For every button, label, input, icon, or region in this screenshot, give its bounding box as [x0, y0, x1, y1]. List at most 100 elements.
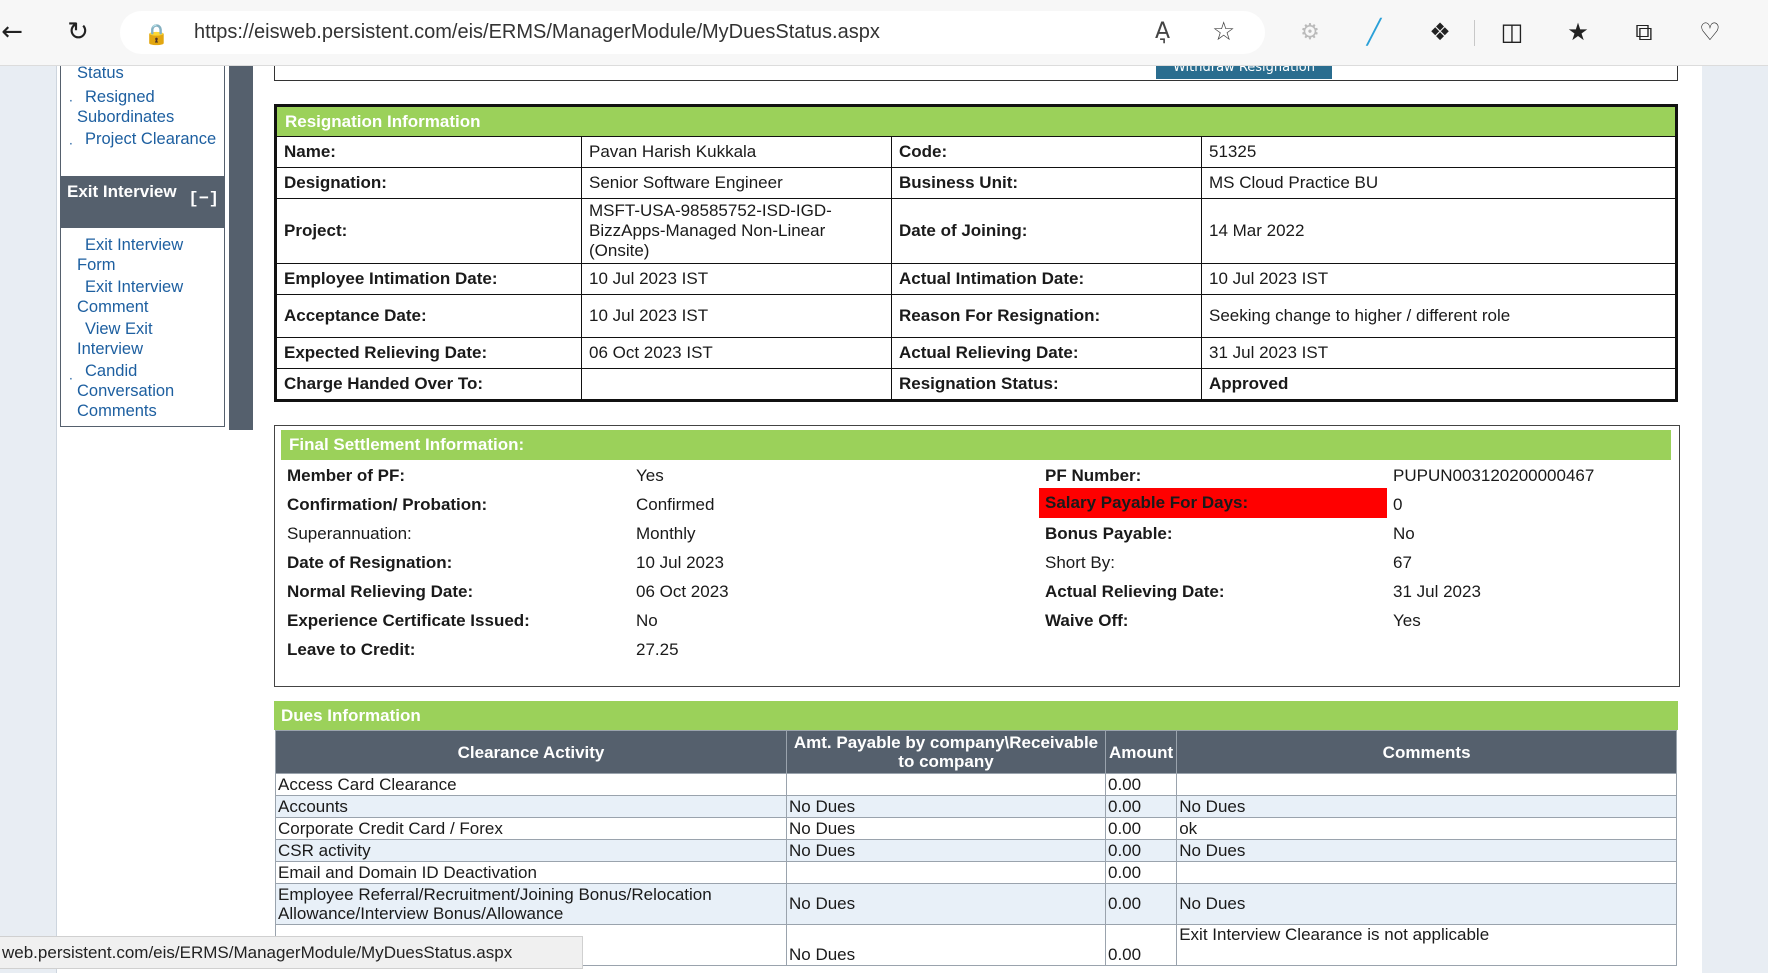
bullet-icon: ·	[69, 94, 73, 108]
table-row: CSR activity No Dues 0.00 No Dues	[275, 839, 1677, 862]
sidebar-link-exit-interview-form[interactable]: Exit Interview Form	[77, 235, 217, 275]
table-row: Employee Intimation Date: 10 Jul 2023 IS…	[275, 263, 1677, 295]
field-label: Confirmation/ Probation:	[287, 495, 488, 514]
withdraw-resignation-button[interactable]: Withdraw Resignation	[1156, 66, 1332, 79]
field-value: Confirmed	[636, 495, 715, 514]
field-label: Experience Certificate Issued:	[287, 611, 530, 630]
table-row: Name: Pavan Harish Kukkala Code: 51325	[275, 136, 1677, 168]
field-label: Date of Resignation:	[287, 553, 453, 572]
cell-payable: No Dues	[786, 839, 1106, 862]
table-row: Access Card Clearance 0.00	[275, 773, 1677, 796]
field-value: Pavan Harish Kukkala	[581, 136, 892, 168]
cell-payable: No Dues	[786, 883, 1106, 925]
cell-comments: ok	[1176, 817, 1677, 840]
dues-table: Clearance Activity Amt. Payable by compa…	[275, 730, 1677, 966]
cell-payable: No Dues	[786, 817, 1106, 840]
bullet-icon: ·	[69, 372, 73, 386]
field-value: No	[1393, 524, 1415, 543]
field-label: PF Number:	[1045, 466, 1142, 485]
field-value: 14 Mar 2022	[1201, 198, 1677, 264]
cell-payable: No Dues	[786, 924, 1106, 966]
cell-payable	[786, 861, 1106, 884]
sidebar-link-view-exit-interview[interactable]: View Exit Interview	[77, 319, 217, 359]
sidebar-link-exit-interview-comment[interactable]: Exit Interview Comment	[77, 277, 217, 317]
favorites-icon[interactable]: ★	[1560, 14, 1596, 50]
pen-icon[interactable]: ╱	[1356, 14, 1392, 50]
resignation-status-value: Approved	[1201, 368, 1677, 401]
address-bar[interactable]: 🔒 https://eisweb.persistent.com/eis/ERMS…	[120, 11, 1265, 54]
bullet-icon: ·	[69, 137, 73, 151]
field-label: Actual Intimation Date:	[891, 263, 1202, 295]
column-header: Clearance Activity	[275, 730, 787, 774]
sidebar-link-status[interactable]: Status	[77, 63, 124, 83]
page-content: Status · Resigned Subordinates · Project…	[0, 63, 1768, 973]
lock-icon[interactable]: 🔒	[144, 22, 169, 46]
field-label: Code:	[891, 136, 1202, 168]
health-icon[interactable]: ♡	[1692, 14, 1728, 50]
cell-payable	[786, 773, 1106, 796]
field-label: Date of Joining:	[891, 198, 1202, 264]
cell-amount: 0.00	[1104, 817, 1178, 840]
dues-info-title: Dues Information	[274, 701, 1678, 730]
split-screen-icon[interactable]: ◫	[1494, 14, 1530, 50]
table-row: Acceptance Date: 10 Jul 2023 IST Reason …	[275, 294, 1677, 338]
field-value: 10 Jul 2023 IST	[581, 263, 892, 295]
table-row: Project: MSFT-USA-98585752-ISD-IGD-BizzA…	[275, 198, 1677, 264]
cell-activity: CSR activity	[275, 839, 787, 862]
table-header-row: Clearance Activity Amt. Payable by compa…	[275, 730, 1677, 774]
field-value: Senior Software Engineer	[581, 167, 892, 199]
field-label: Short By:	[1045, 553, 1115, 572]
field-value: PUPUN003120200000467	[1393, 466, 1595, 485]
field-value: Yes	[636, 466, 664, 485]
field-value: Yes	[1393, 611, 1421, 630]
final-settlement-title: Final Settlement Information:	[281, 430, 1671, 460]
extension-icon[interactable]: ⚙	[1292, 14, 1328, 50]
field-value: 0	[1393, 495, 1403, 514]
field-value: Seeking change to higher / different rol…	[1201, 294, 1677, 338]
puzzle-icon[interactable]: ❖	[1422, 14, 1458, 50]
resignation-info-title: Resignation Information	[275, 105, 1677, 137]
sidebar-link-project-clearance[interactable]: Project Clearance	[77, 129, 217, 149]
toolbar-separator	[1474, 20, 1475, 46]
refresh-icon[interactable]: ↻	[60, 14, 96, 50]
sidebar-section-exit-interview[interactable]: Exit Interview [−]	[61, 176, 224, 228]
table-row: Charge Handed Over To: Resignation Statu…	[275, 368, 1677, 401]
cell-payable: No Dues	[786, 795, 1106, 818]
back-icon[interactable]: ←	[0, 14, 30, 50]
field-value: 10 Jul 2023 IST	[581, 294, 892, 338]
table-row: Expected Relieving Date: 06 Oct 2023 IST…	[275, 337, 1677, 369]
cell-amount: 0.00	[1104, 795, 1178, 818]
field-value	[581, 368, 892, 401]
status-bar-url: web.persistent.com/eis/ERMS/ManagerModul…	[0, 936, 583, 969]
cell-comments: No Dues	[1176, 839, 1677, 862]
cell-activity: Access Card Clearance	[275, 773, 787, 796]
field-value: MS Cloud Practice BU	[1201, 167, 1677, 199]
field-label: Expected Relieving Date:	[275, 337, 582, 369]
final-settlement-panel: Final Settlement Information: Member of …	[274, 425, 1680, 687]
column-header: Amount	[1104, 730, 1178, 774]
collections-icon[interactable]: ⧉	[1626, 14, 1662, 50]
url-text[interactable]: https://eisweb.persistent.com/eis/ERMS/M…	[194, 21, 880, 44]
field-value: 27.25	[636, 640, 679, 659]
cell-comments: No Dues	[1176, 883, 1677, 925]
table-row: Email and Domain ID Deactivation 0.00	[275, 861, 1677, 884]
field-label: Name:	[275, 136, 582, 168]
field-value: 31 Jul 2023 IST	[1201, 337, 1677, 369]
collapse-toggle-icon[interactable]: [−]	[188, 190, 219, 209]
cell-comments	[1176, 861, 1677, 884]
table-row: Corporate Credit Card / Forex No Dues 0.…	[275, 817, 1677, 840]
field-value: Monthly	[636, 524, 696, 543]
read-aloud-icon[interactable]: A͉	[1155, 19, 1170, 44]
field-label: Reason For Resignation:	[891, 294, 1202, 338]
sidebar-link-candid-conversation-comments[interactable]: Candid Conversation Comments	[77, 361, 217, 421]
favorite-star-icon[interactable]: ☆	[1212, 17, 1235, 47]
field-label: Normal Relieving Date:	[287, 582, 474, 601]
cell-amount: 0.00	[1104, 773, 1178, 796]
field-label: Actual Relieving Date:	[1045, 582, 1225, 601]
column-header: Amt. Payable by company\Receivable to co…	[786, 730, 1106, 774]
sidebar-link-resigned-subordinates[interactable]: Resigned Subordinates	[77, 87, 217, 127]
field-label: Resignation Status:	[891, 368, 1202, 401]
field-value: 06 Oct 2023	[636, 582, 729, 601]
salary-payable-days-label: Salary Payable For Days:	[1039, 488, 1387, 518]
field-value: 67	[1393, 553, 1412, 572]
